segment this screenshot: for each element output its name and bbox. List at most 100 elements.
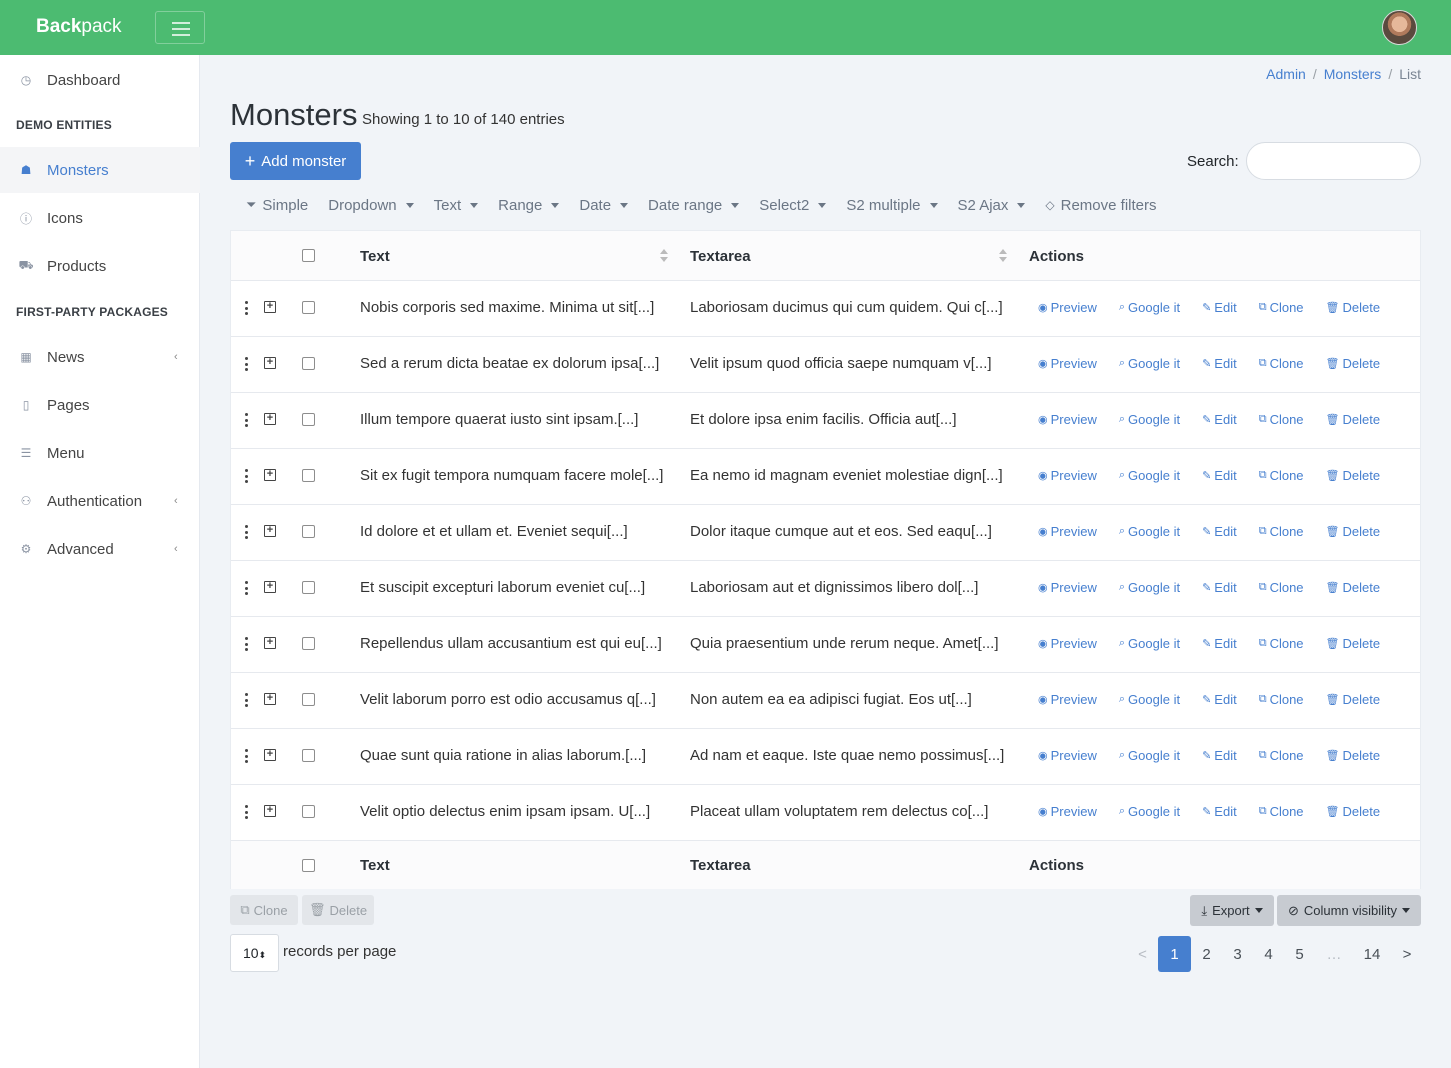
preview-button[interactable]: ◉ Preview: [1038, 692, 1097, 707]
pagination-next[interactable]: >: [1391, 936, 1423, 972]
row-checkbox[interactable]: [302, 469, 315, 482]
google-it-button[interactable]: ⌕ Google it: [1119, 692, 1180, 707]
clone-button[interactable]: ⧉ Clone: [1259, 804, 1304, 819]
records-per-page-select[interactable]: 10⬍: [230, 934, 279, 972]
row-checkbox[interactable]: [302, 805, 315, 818]
sidebar-item-authentication[interactable]: ⚇ Authentication ‹: [0, 478, 200, 524]
expand-row-icon[interactable]: +: [264, 469, 276, 481]
expand-row-icon[interactable]: +: [264, 581, 276, 593]
row-menu-icon[interactable]: [244, 413, 248, 427]
row-menu-icon[interactable]: [244, 581, 248, 595]
expand-row-icon[interactable]: +: [264, 749, 276, 761]
add-monster-button[interactable]: + Add monster: [230, 142, 361, 180]
edit-button[interactable]: ✎ Edit: [1202, 692, 1237, 707]
pagination-page-3[interactable]: 3: [1222, 936, 1253, 972]
user-avatar[interactable]: [1382, 10, 1417, 45]
edit-button[interactable]: ✎ Edit: [1202, 412, 1237, 427]
google-it-button[interactable]: ⌕ Google it: [1119, 804, 1180, 819]
delete-button[interactable]: 🗑 Delete: [1326, 300, 1381, 315]
delete-button[interactable]: 🗑 Delete: [1326, 748, 1381, 763]
sidebar-item-dashboard[interactable]: ◷ Dashboard: [0, 57, 200, 103]
preview-button[interactable]: ◉ Preview: [1038, 412, 1097, 427]
preview-button[interactable]: ◉ Preview: [1038, 580, 1097, 595]
sort-icon[interactable]: [660, 249, 668, 263]
bulk-clone-button[interactable]: ⧉ Clone: [230, 895, 298, 925]
delete-button[interactable]: 🗑 Delete: [1326, 468, 1381, 483]
clone-button[interactable]: ⧉ Clone: [1259, 300, 1304, 315]
pagination-page-1[interactable]: 1: [1158, 936, 1191, 972]
row-menu-icon[interactable]: [244, 693, 248, 707]
sort-icon[interactable]: [999, 249, 1007, 263]
row-menu-icon[interactable]: [244, 357, 248, 371]
expand-row-icon[interactable]: +: [264, 637, 276, 649]
row-menu-icon[interactable]: [244, 469, 248, 483]
preview-button[interactable]: ◉ Preview: [1038, 356, 1097, 371]
row-menu-icon[interactable]: [244, 805, 248, 819]
row-checkbox[interactable]: [302, 637, 315, 650]
filter-s2-ajax[interactable]: S2 Ajax: [958, 197, 1026, 214]
edit-button[interactable]: ✎ Edit: [1202, 468, 1237, 483]
delete-button[interactable]: 🗑 Delete: [1326, 692, 1381, 707]
pagination-prev[interactable]: <: [1127, 936, 1158, 972]
pagination-page-5[interactable]: 5: [1284, 936, 1315, 972]
expand-row-icon[interactable]: +: [264, 301, 276, 313]
edit-button[interactable]: ✎ Edit: [1202, 300, 1237, 315]
clone-button[interactable]: ⧉ Clone: [1259, 692, 1304, 707]
google-it-button[interactable]: ⌕ Google it: [1119, 748, 1180, 763]
google-it-button[interactable]: ⌕ Google it: [1119, 356, 1180, 371]
filter-range[interactable]: Range: [498, 197, 560, 214]
delete-button[interactable]: 🗑 Delete: [1326, 412, 1381, 427]
delete-button[interactable]: 🗑 Delete: [1326, 524, 1381, 539]
google-it-button[interactable]: ⌕ Google it: [1119, 524, 1180, 539]
google-it-button[interactable]: ⌕ Google it: [1119, 300, 1180, 315]
preview-button[interactable]: ◉ Preview: [1038, 468, 1097, 483]
column-visibility-button[interactable]: ⊘ Column visibility: [1277, 895, 1421, 926]
expand-row-icon[interactable]: +: [264, 357, 276, 369]
google-it-button[interactable]: ⌕ Google it: [1119, 636, 1180, 651]
row-checkbox[interactable]: [302, 693, 315, 706]
clone-button[interactable]: ⧉ Clone: [1259, 748, 1304, 763]
google-it-button[interactable]: ⌕ Google it: [1119, 580, 1180, 595]
delete-button[interactable]: 🗑 Delete: [1326, 636, 1381, 651]
search-input[interactable]: [1246, 142, 1421, 180]
filter-dropdown[interactable]: Dropdown: [328, 197, 414, 214]
filter-select2[interactable]: Select2: [759, 197, 827, 214]
edit-button[interactable]: ✎ Edit: [1202, 356, 1237, 371]
row-checkbox[interactable]: [302, 581, 315, 594]
filter-date-range[interactable]: Date range: [648, 197, 740, 214]
column-header-textarea[interactable]: Textarea: [690, 248, 751, 265]
sidebar-item-products[interactable]: ⛟ Products: [0, 243, 200, 289]
select-all-checkbox[interactable]: [302, 859, 315, 872]
row-checkbox[interactable]: [302, 749, 315, 762]
clone-button[interactable]: ⧉ Clone: [1259, 580, 1304, 595]
expand-row-icon[interactable]: +: [264, 525, 276, 537]
expand-row-icon[interactable]: +: [264, 805, 276, 817]
sidebar-item-advanced[interactable]: ⚙ Advanced ‹: [0, 526, 200, 572]
row-checkbox[interactable]: [302, 301, 315, 314]
pagination-page-4[interactable]: 4: [1253, 936, 1284, 972]
edit-button[interactable]: ✎ Edit: [1202, 524, 1237, 539]
filter-text[interactable]: Text: [434, 197, 479, 214]
pagination-page-2[interactable]: 2: [1191, 936, 1222, 972]
select-all-checkbox[interactable]: [302, 249, 315, 262]
edit-button[interactable]: ✎ Edit: [1202, 804, 1237, 819]
row-menu-icon[interactable]: [244, 301, 248, 315]
row-checkbox[interactable]: [302, 413, 315, 426]
delete-button[interactable]: 🗑 Delete: [1326, 580, 1381, 595]
brand-logo[interactable]: Backpack: [36, 16, 122, 38]
breadcrumb-monsters[interactable]: Monsters: [1324, 66, 1382, 82]
edit-button[interactable]: ✎ Edit: [1202, 636, 1237, 651]
clone-button[interactable]: ⧉ Clone: [1259, 468, 1304, 483]
preview-button[interactable]: ◉ Preview: [1038, 636, 1097, 651]
google-it-button[interactable]: ⌕ Google it: [1119, 468, 1180, 483]
filter-simple[interactable]: ⏷ Simple: [246, 197, 308, 214]
bulk-delete-button[interactable]: 🗑 Delete: [302, 895, 374, 925]
row-checkbox[interactable]: [302, 525, 315, 538]
row-menu-icon[interactable]: [244, 749, 248, 763]
sidebar-toggle-button[interactable]: [155, 11, 205, 44]
preview-button[interactable]: ◉ Preview: [1038, 524, 1097, 539]
sidebar-item-menu[interactable]: ☰ Menu: [0, 430, 200, 476]
row-menu-icon[interactable]: [244, 637, 248, 651]
clone-button[interactable]: ⧉ Clone: [1259, 412, 1304, 427]
google-it-button[interactable]: ⌕ Google it: [1119, 412, 1180, 427]
